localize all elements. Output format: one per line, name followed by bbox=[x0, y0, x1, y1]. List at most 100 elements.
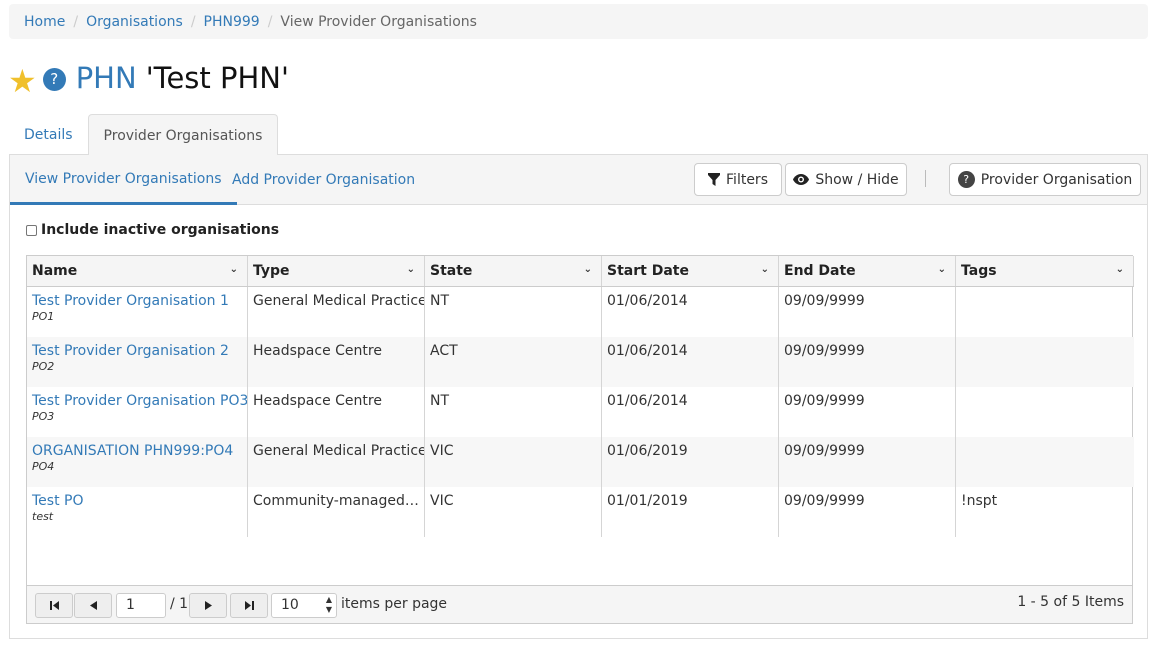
column-header-name[interactable]: Name ⌄ bbox=[27, 256, 248, 286]
organisation-link[interactable]: Test Provider Organisation PO3 bbox=[32, 393, 247, 409]
organisation-link[interactable]: Test PO bbox=[32, 493, 83, 509]
toolbar-divider bbox=[925, 170, 926, 187]
cell-start-date: 01/06/2014 bbox=[602, 387, 779, 437]
column-header-start-date[interactable]: Start Date ⌄ bbox=[602, 256, 779, 286]
filters-label: Filters bbox=[726, 171, 768, 188]
breadcrumb-separator: / bbox=[267, 13, 273, 30]
cell-type: Headspace Centre bbox=[248, 337, 425, 387]
cell-end-date: 09/09/9999 bbox=[779, 337, 956, 387]
cell-tags: !nspt bbox=[961, 493, 998, 509]
chevron-down-icon[interactable]: ⌄ bbox=[938, 264, 946, 275]
table-row[interactable]: Test Provider Organisation 1 PO1 General … bbox=[27, 287, 1134, 337]
filter-icon bbox=[708, 173, 721, 186]
cell-end-date: 09/09/9999 bbox=[779, 487, 956, 537]
column-title: Name bbox=[32, 263, 78, 279]
organisation-code: PO2 bbox=[32, 360, 55, 373]
organisation-link[interactable]: ORGANISATION PHN999:PO4 bbox=[32, 443, 233, 459]
column-header-type[interactable]: Type ⌄ bbox=[248, 256, 425, 286]
first-page-icon bbox=[49, 601, 59, 610]
page-count: / 1 bbox=[170, 596, 189, 612]
cell-start-date: 01/06/2014 bbox=[602, 287, 779, 337]
cell-end-date: 09/09/9999 bbox=[779, 387, 956, 437]
help-icon[interactable]: ? bbox=[42, 67, 66, 91]
chevron-down-icon[interactable]: ⌄ bbox=[407, 264, 415, 275]
last-page-icon bbox=[244, 601, 254, 610]
title-prefix: PHN bbox=[75, 61, 137, 95]
column-title: Tags bbox=[961, 263, 997, 279]
column-header-state[interactable]: State ⌄ bbox=[425, 256, 602, 286]
table-row[interactable]: Test Provider Organisation 2 PO2 Headspac… bbox=[27, 337, 1134, 387]
provider-organisations-panel: View Provider Organisations Add Provider… bbox=[9, 155, 1148, 639]
cell-tags bbox=[956, 287, 1134, 337]
last-page-button[interactable] bbox=[230, 593, 268, 618]
previous-page-button[interactable] bbox=[74, 593, 112, 618]
previous-page-icon bbox=[89, 601, 97, 610]
column-header-tags[interactable]: Tags ⌄ bbox=[956, 256, 1134, 286]
show-hide-label: Show / Hide bbox=[815, 171, 899, 188]
breadcrumb-current: View Provider Organisations bbox=[280, 13, 477, 30]
chevron-down-icon[interactable]: ⌄ bbox=[230, 264, 238, 275]
organisation-link[interactable]: Test Provider Organisation 2 bbox=[32, 343, 229, 359]
cell-state: VIC bbox=[425, 437, 602, 487]
cell-type: Headspace Centre bbox=[248, 387, 425, 437]
table-row[interactable]: ORGANISATION PHN999:PO4 PO4 General Medic… bbox=[27, 437, 1134, 487]
provider-organisations-grid: Name ⌄ Type ⌄ State ⌄ Start Date ⌄ End D… bbox=[26, 255, 1134, 624]
question-icon: ? bbox=[957, 171, 975, 188]
star-icon[interactable]: ★ bbox=[8, 65, 37, 97]
cell-end-date: 09/09/9999 bbox=[779, 287, 956, 337]
cell-type: Community-managed C... bbox=[248, 487, 425, 537]
pager-summary: 1 - 5 of 5 Items bbox=[1017, 594, 1124, 610]
subtab-view-provider-organisations[interactable]: View Provider Organisations bbox=[10, 155, 237, 205]
breadcrumb-separator: / bbox=[73, 13, 79, 30]
cell-tags bbox=[956, 337, 1134, 387]
chevron-down-icon[interactable]: ⌄ bbox=[1116, 264, 1124, 275]
organisation-link[interactable]: Test Provider Organisation 1 bbox=[32, 293, 229, 309]
cell-state: NT bbox=[425, 387, 602, 437]
organisation-code: test bbox=[32, 510, 54, 523]
table-row[interactable]: Test PO test Community-managed C... VIC 0… bbox=[27, 487, 1134, 537]
cell-tags bbox=[956, 437, 1134, 487]
organisation-code: PO4 bbox=[32, 460, 55, 473]
next-page-button[interactable] bbox=[189, 593, 227, 618]
subtab-add-provider-organisation[interactable]: Add Provider Organisation bbox=[232, 155, 415, 205]
cell-start-date: 01/06/2014 bbox=[602, 337, 779, 387]
column-title: End Date bbox=[784, 263, 856, 279]
tab-details[interactable]: Details bbox=[9, 114, 88, 155]
provider-organisation-help-button[interactable]: ? Provider Organisation bbox=[949, 163, 1141, 196]
table-row[interactable]: Test Provider Organisation PO3 PO3 Headsp… bbox=[27, 387, 1134, 437]
include-inactive-label[interactable]: Include inactive organisations bbox=[41, 222, 279, 238]
page-size-select[interactable]: 10 ▲ ▼ bbox=[271, 593, 337, 618]
filters-button[interactable]: Filters bbox=[694, 163, 782, 196]
column-title: Type bbox=[253, 263, 290, 279]
cell-state: ACT bbox=[425, 337, 602, 387]
title-name: 'Test PHN' bbox=[145, 61, 289, 95]
items-per-page-label: items per page bbox=[341, 596, 448, 612]
organisation-code: PO1 bbox=[32, 310, 55, 323]
page-number-input[interactable]: 1 bbox=[116, 593, 166, 618]
show-hide-button[interactable]: Show / Hide bbox=[785, 163, 907, 196]
cell-type: General Medical Practice bbox=[248, 437, 425, 487]
chevron-down-icon[interactable]: ⌄ bbox=[584, 264, 592, 275]
cell-state: VIC bbox=[425, 487, 602, 537]
column-header-end-date[interactable]: End Date ⌄ bbox=[779, 256, 956, 286]
grid-header: Name ⌄ Type ⌄ State ⌄ Start Date ⌄ End D… bbox=[27, 256, 1134, 287]
page-size-value: 10 bbox=[281, 597, 299, 613]
breadcrumb: Home / Organisations / PHN999 / View Pro… bbox=[9, 4, 1148, 39]
column-title: Start Date bbox=[607, 263, 689, 279]
breadcrumb-phn999[interactable]: PHN999 bbox=[204, 14, 260, 30]
tab-provider-organisations[interactable]: Provider Organisations bbox=[87, 114, 279, 156]
cell-tags bbox=[956, 387, 1134, 437]
include-inactive-checkbox[interactable] bbox=[26, 224, 37, 236]
eye-icon bbox=[793, 174, 810, 185]
select-arrows-icon: ▲ ▼ bbox=[325, 595, 332, 614]
chevron-down-icon[interactable]: ⌄ bbox=[761, 264, 769, 275]
organisation-code: PO3 bbox=[32, 410, 55, 423]
page-title: ★ ? PHN 'Test PHN' bbox=[8, 58, 289, 98]
next-page-icon bbox=[204, 601, 212, 610]
breadcrumb-organisations[interactable]: Organisations bbox=[86, 14, 183, 30]
breadcrumb-separator: / bbox=[190, 13, 196, 30]
first-page-button[interactable] bbox=[35, 593, 73, 618]
cell-start-date: 01/06/2019 bbox=[602, 437, 779, 487]
cell-type: General Medical Practice bbox=[248, 287, 425, 337]
breadcrumb-home[interactable]: Home bbox=[24, 14, 65, 30]
